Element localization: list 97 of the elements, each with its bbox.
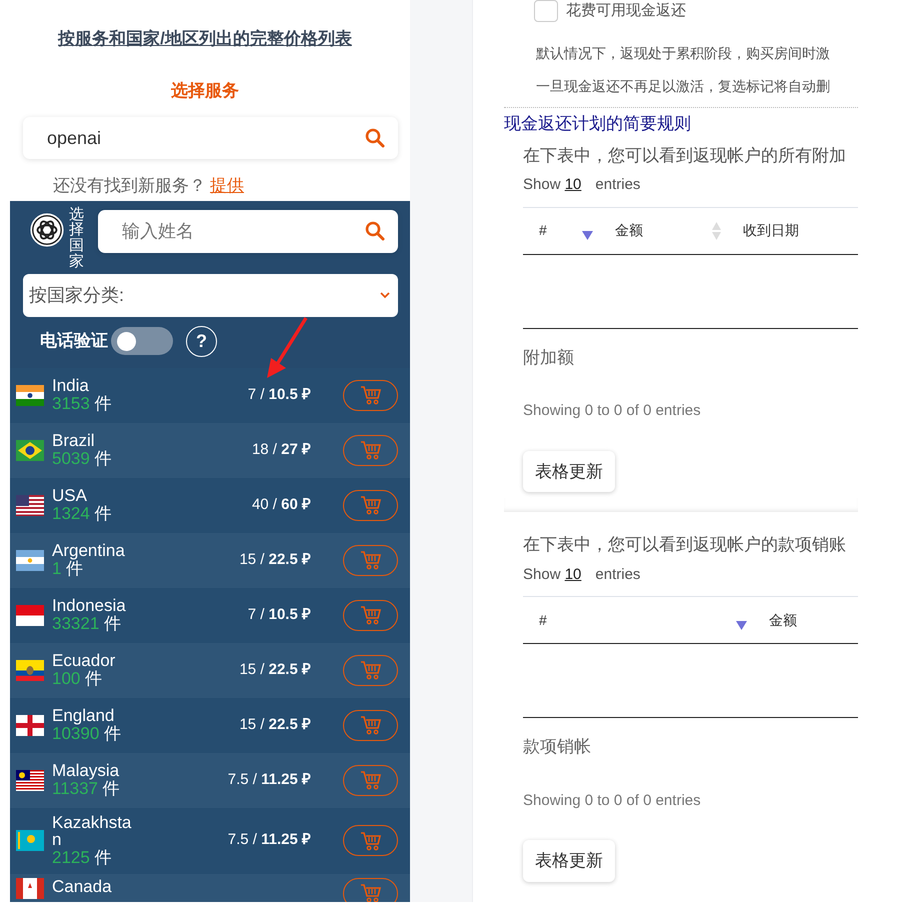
country-name: Canada — [52, 878, 113, 896]
column-header[interactable]: # — [523, 610, 753, 630]
paragraph: 默认情况下，返现处于累积阶段，购买房间时激 — [535, 44, 831, 62]
toggle-label: 电话验证 — [40, 330, 108, 352]
flag-icon — [16, 440, 44, 460]
country-name: Malaysia — [52, 762, 120, 780]
section-heading: 选择服务 — [171, 81, 239, 100]
length-label: Show — [523, 176, 562, 193]
update-button[interactable]: 表格更新 — [523, 450, 615, 492]
item-count: 1 件 — [52, 560, 84, 578]
column-header[interactable]: 金额 — [599, 220, 727, 241]
panel-label: 选择国家 — [69, 206, 84, 270]
country-name: Ecuador — [52, 652, 116, 670]
table-info: Showing 0 to 0 of 0 entries — [523, 401, 702, 421]
cart-button[interactable] — [343, 544, 398, 576]
price: 40 / 60 ₽ — [252, 494, 311, 515]
help-button[interactable]: ? — [186, 326, 217, 356]
price: 7.5 / 11.25 ₽ — [228, 830, 311, 850]
cart-icon — [360, 769, 382, 791]
table-caption: 附加额 — [523, 346, 575, 368]
flag-icon — [16, 550, 44, 570]
cart-icon — [360, 549, 382, 571]
table-info: Showing 0 to 0 of 0 entries — [523, 790, 702, 810]
country-name: England — [52, 706, 116, 725]
search-icon[interactable] — [365, 128, 385, 148]
checkbox[interactable] — [534, 0, 558, 22]
country-name: Brazil — [52, 432, 96, 450]
cart-button[interactable] — [343, 380, 398, 410]
flag-icon — [16, 878, 44, 899]
cart-icon — [360, 659, 382, 681]
item-count: 11337 件 — [52, 780, 121, 798]
price: 7 / 10.5 ₽ — [248, 604, 311, 625]
price: 15 / 22.5 ₽ — [239, 660, 311, 680]
page-length-select[interactable]: 10 — [564, 566, 582, 582]
table-description: 在下表中，您可以看到返现帐户的所有附加 — [523, 144, 847, 166]
country-name: Kazakhstan — [52, 814, 132, 850]
length-label: entries — [595, 176, 640, 193]
logo-icon — [29, 210, 65, 248]
flag-icon — [16, 660, 44, 680]
cart-button[interactable] — [343, 878, 398, 902]
table-caption: 款项销帐 — [523, 736, 592, 758]
checkbox-label: 花费可用现金返还 — [566, 1, 686, 21]
cart-icon — [360, 384, 382, 406]
search-icon[interactable] — [365, 221, 385, 241]
cart-button[interactable] — [343, 434, 398, 466]
flag-icon — [16, 494, 44, 516]
flag-icon — [16, 604, 44, 626]
item-count: 2125 件 — [52, 849, 113, 868]
cart-icon — [360, 882, 382, 902]
price: 15 / 22.5 ₽ — [239, 714, 311, 735]
column-header[interactable]: # — [523, 220, 599, 241]
country-name: India — [52, 376, 90, 395]
paragraph: 一旦现金返还不再足以激活，复选标记将自动删 — [535, 76, 831, 96]
flag-icon — [16, 770, 44, 790]
price: 15 / 22.5 ₽ — [239, 550, 311, 570]
sort-select[interactable]: 按国家分类: — [23, 274, 398, 316]
name-search-field[interactable]: 输入姓名 — [98, 210, 398, 252]
item-count: 33321 件 — [52, 614, 122, 634]
rules-link[interactable]: 现金返还计划的简要规则 — [504, 110, 691, 136]
country-name: Argentina — [52, 542, 126, 560]
item-count: 10390 件 — [52, 724, 122, 744]
flag-icon — [16, 384, 44, 406]
cart-icon — [360, 830, 382, 852]
help-text: 还没有找到新服务？ — [53, 176, 206, 195]
cart-icon — [360, 494, 382, 516]
flag-icon — [16, 714, 44, 736]
column-header[interactable]: 金额 — [753, 610, 803, 630]
search-field[interactable]: openai — [23, 117, 398, 159]
length-label: entries — [595, 566, 640, 582]
cart-icon — [360, 439, 382, 461]
phone-verification-toggle[interactable] — [111, 327, 173, 355]
page-length-select[interactable]: 10 — [564, 176, 582, 193]
offer-link[interactable]: 提供 — [210, 176, 244, 195]
price: 7 / 10.5 ₽ — [248, 384, 311, 405]
cart-button[interactable] — [343, 710, 398, 740]
item-count: 1324 件 — [52, 504, 113, 524]
price: 7.5 / 11.25 ₽ — [228, 770, 311, 790]
cart-icon — [360, 604, 382, 626]
country-name: USA — [52, 486, 88, 505]
chevron-down-icon — [380, 292, 390, 298]
table-description: 在下表中，您可以看到返现帐户的款项销账 — [523, 534, 847, 556]
item-count: 100 件 — [52, 670, 104, 688]
update-button[interactable]: 表格更新 — [523, 840, 615, 882]
price-list-link[interactable]: 按服务和国家/地区列出的完整价格列表 — [58, 29, 352, 48]
item-count: 5039 件 — [52, 450, 113, 468]
cart-button[interactable] — [343, 825, 398, 856]
cart-button[interactable] — [343, 654, 398, 686]
cart-button[interactable] — [343, 600, 398, 630]
cart-button[interactable] — [343, 764, 398, 796]
cart-button[interactable] — [343, 490, 398, 520]
cart-icon — [360, 714, 382, 736]
column-header[interactable]: 收到日期 — [727, 220, 805, 241]
country-name: Indonesia — [52, 596, 127, 615]
item-count: 3153 件 — [52, 394, 113, 414]
price: 18 / 27 ₽ — [252, 440, 311, 460]
flag-icon — [16, 830, 44, 852]
length-label: Show — [523, 566, 562, 582]
